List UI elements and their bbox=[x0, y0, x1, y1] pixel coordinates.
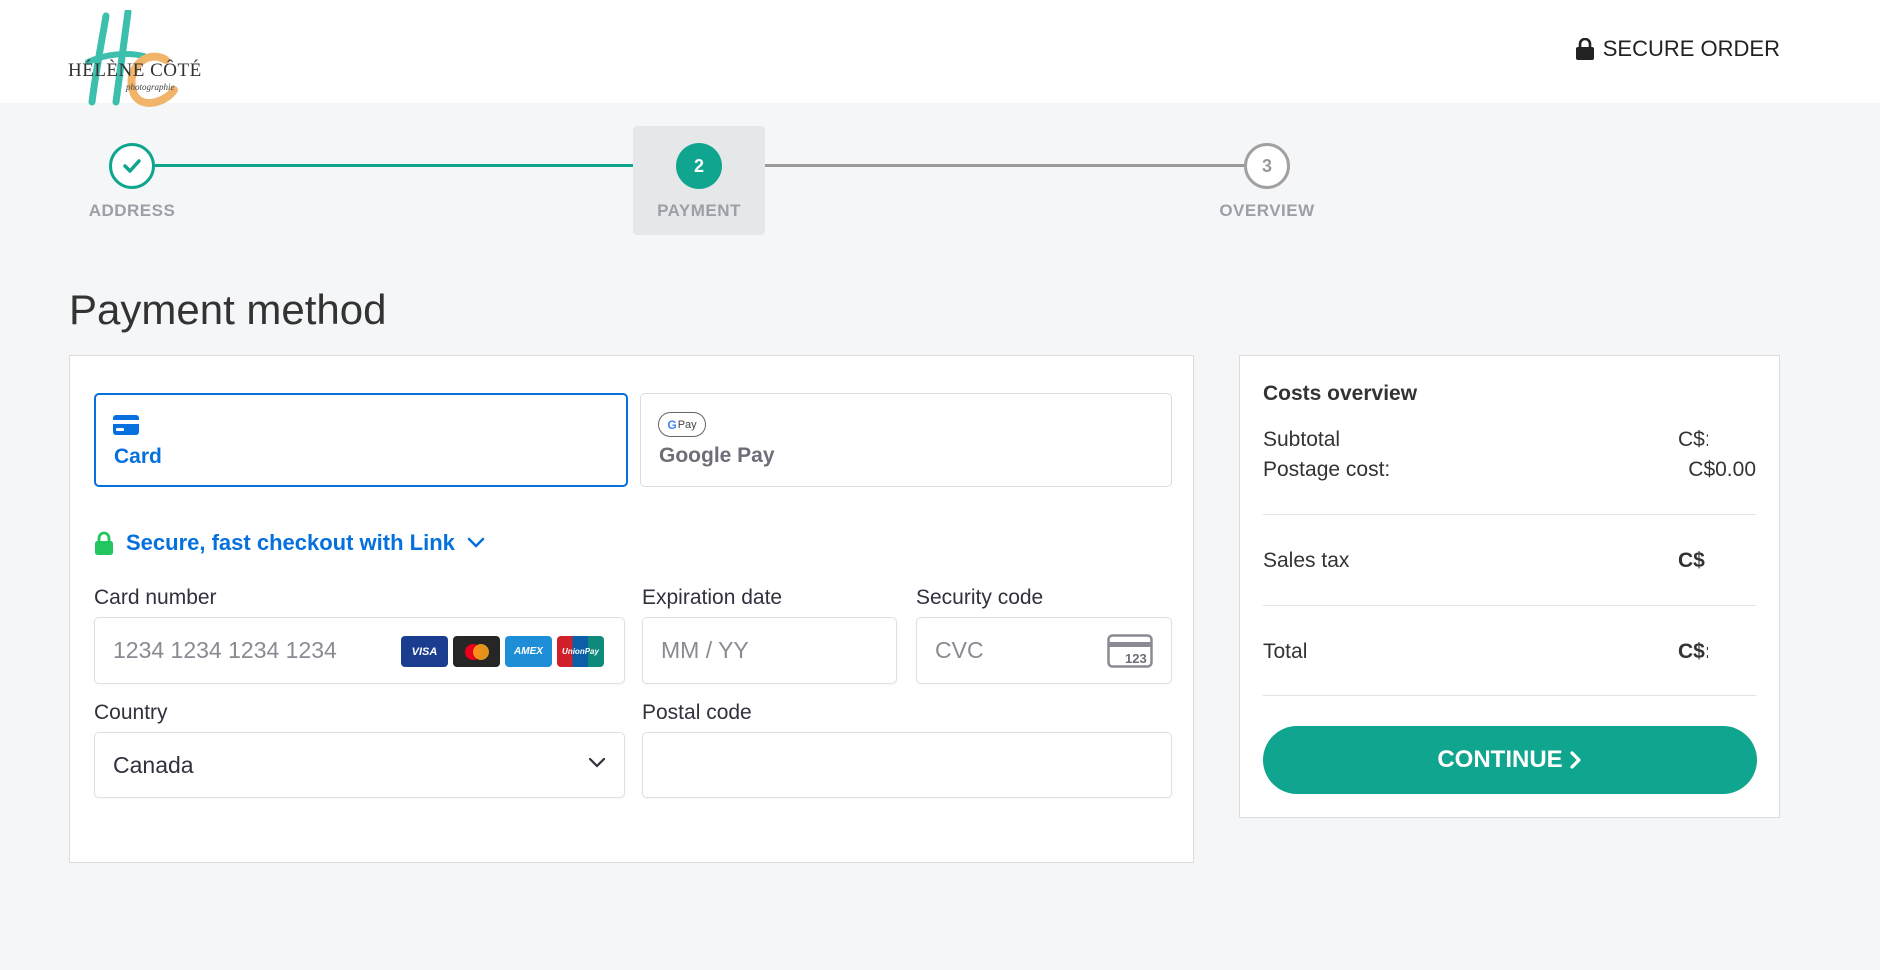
lock-icon bbox=[1575, 38, 1594, 60]
total-label: Total bbox=[1263, 640, 1308, 663]
payment-method-google-pay-tab[interactable]: G Pay Google Pay bbox=[640, 393, 1172, 487]
costs-overview-title: Costs overview bbox=[1263, 382, 1418, 405]
expiration-date-label: Expiration date bbox=[642, 586, 783, 609]
postage-value: C$0.00 bbox=[1688, 458, 1756, 481]
country-label: Country bbox=[94, 701, 168, 724]
unionpay-icon: UnionPay bbox=[557, 636, 604, 667]
card-brand-logos: VISA AMEX UnionPay bbox=[401, 636, 604, 667]
amex-icon: AMEX bbox=[505, 636, 552, 667]
brand-subtitle: photographie bbox=[126, 82, 175, 92]
security-code-label: Security code bbox=[916, 586, 1044, 609]
secure-order-indicator: SECURE ORDER bbox=[1575, 36, 1780, 62]
total-row: Total C$: bbox=[1263, 640, 1756, 664]
checkout-stepper: ADDRESS 2 PAYMENT 3 OVERVIEW bbox=[0, 120, 1880, 240]
credit-card-icon bbox=[113, 415, 139, 435]
chevron-down-icon bbox=[588, 757, 606, 768]
step-overview-number: 3 bbox=[1244, 143, 1290, 189]
step-payment-number: 2 bbox=[676, 143, 722, 189]
expiration-date-field[interactable] bbox=[642, 617, 897, 684]
card-tab-label: Card bbox=[114, 445, 162, 468]
divider bbox=[1263, 605, 1756, 606]
link-checkout-toggle[interactable]: Secure, fast checkout with Link bbox=[94, 530, 485, 556]
continue-button[interactable]: CONTINUE bbox=[1263, 726, 1757, 794]
chevron-right-icon bbox=[1570, 751, 1581, 769]
card-number-label: Card number bbox=[94, 586, 217, 609]
card-number-field[interactable]: VISA AMEX UnionPay bbox=[94, 617, 625, 684]
step-overview-label: OVERVIEW bbox=[1219, 201, 1315, 220]
expiration-date-input[interactable] bbox=[661, 618, 881, 683]
google-pay-icon: G Pay bbox=[658, 412, 706, 437]
security-code-field[interactable]: 123 bbox=[916, 617, 1172, 684]
divider bbox=[1263, 695, 1756, 696]
step-payment[interactable]: 2 PAYMENT bbox=[619, 143, 779, 221]
step-overview[interactable]: 3 OVERVIEW bbox=[1187, 143, 1347, 221]
payment-method-card-tab[interactable]: Card bbox=[94, 393, 628, 487]
subtotal-row: Subtotal C$: bbox=[1263, 428, 1756, 452]
postal-code-input[interactable] bbox=[661, 733, 1151, 798]
sales-tax-row: Sales tax C$ bbox=[1263, 549, 1756, 573]
cvc-card-icon: 123 bbox=[1107, 634, 1153, 668]
visa-icon: VISA bbox=[401, 636, 448, 667]
sales-tax-value: C$ bbox=[1678, 549, 1705, 572]
postage-row: Postage cost: C$0.00 bbox=[1263, 458, 1756, 482]
stepper-line-pending bbox=[721, 164, 1247, 167]
sales-tax-label: Sales tax bbox=[1263, 549, 1350, 572]
site-header: HÉLÈNE CÔTÉ photographie SECURE ORDER bbox=[0, 0, 1880, 107]
chevron-down-icon bbox=[467, 537, 485, 548]
continue-button-label: CONTINUE bbox=[1437, 746, 1563, 773]
page-title: Payment method bbox=[69, 286, 387, 333]
brand-name: HÉLÈNE CÔTÉ bbox=[68, 60, 202, 81]
divider bbox=[1263, 514, 1756, 515]
subtotal-value: C$: bbox=[1678, 428, 1708, 451]
lock-icon bbox=[95, 531, 113, 555]
postal-code-label: Postal code bbox=[642, 701, 752, 724]
step-payment-label: PAYMENT bbox=[657, 201, 741, 220]
country-selected-value: Canada bbox=[113, 752, 194, 778]
step-address-label: ADDRESS bbox=[88, 201, 176, 220]
secure-order-label: SECURE ORDER bbox=[1602, 36, 1780, 61]
google-pay-badge-text: Pay bbox=[677, 418, 697, 431]
mastercard-icon bbox=[453, 636, 500, 667]
brand-logo[interactable]: HÉLÈNE CÔTÉ photographie bbox=[66, 10, 201, 110]
total-value: C$: bbox=[1678, 640, 1708, 663]
subtotal-label: Subtotal bbox=[1263, 428, 1341, 451]
security-code-input[interactable] bbox=[935, 618, 1085, 683]
postage-label: Postage cost: bbox=[1263, 458, 1391, 481]
costs-overview-panel: Costs overview Subtotal C$: Postage cost… bbox=[1239, 355, 1780, 818]
card-number-input[interactable] bbox=[113, 618, 393, 683]
country-select[interactable]: Canada bbox=[94, 732, 625, 798]
step-address-circle bbox=[109, 143, 155, 189]
stepper-line-completed bbox=[132, 164, 699, 167]
checkmark-icon bbox=[123, 159, 141, 173]
link-checkout-text: Secure, fast checkout with Link bbox=[126, 530, 455, 555]
payment-panel: Card G Pay Google Pay Secure, fast check… bbox=[69, 355, 1194, 863]
google-pay-tab-label: Google Pay bbox=[659, 444, 775, 467]
cvc-icon-number: 123 bbox=[1125, 651, 1147, 666]
postal-code-field[interactable] bbox=[642, 732, 1172, 798]
step-address[interactable]: ADDRESS bbox=[52, 143, 212, 221]
